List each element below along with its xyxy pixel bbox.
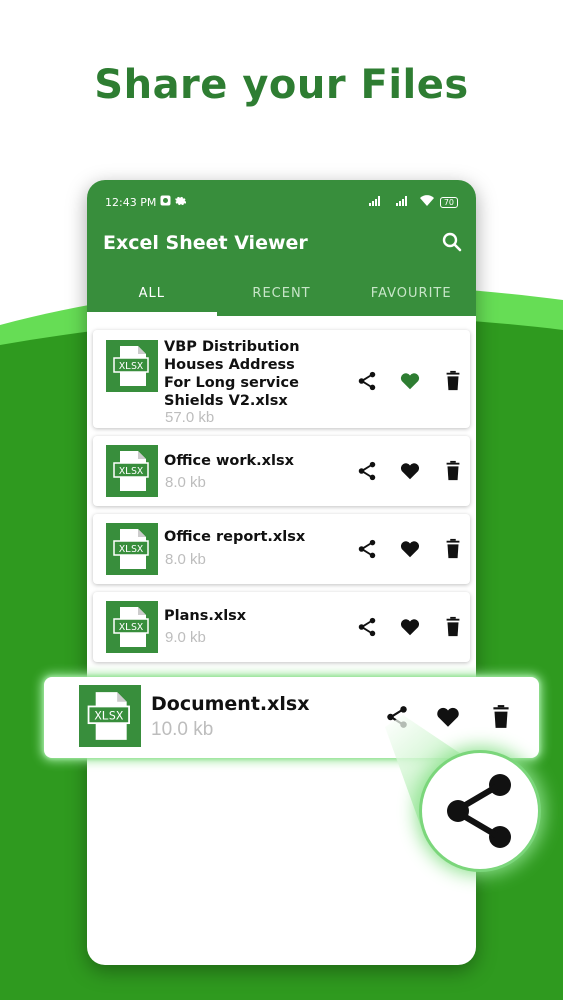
tab-recent[interactable]: RECENT [217,276,347,316]
xlsx-file-icon: XLSX [106,601,158,653]
share-icon [447,774,511,848]
heart-icon[interactable] [399,460,421,482]
xlsx-label: XLSX [119,361,143,372]
xlsx-label: XLSX [94,709,124,723]
xlsx-label: XLSX [119,466,143,477]
app-title: Excel Sheet Viewer [103,232,308,254]
delete-icon[interactable] [488,704,514,730]
settings-icon [175,195,187,209]
xlsx-label: XLSX [119,544,143,555]
file-name: Office report.xlsx [164,529,306,545]
share-icon[interactable] [356,460,378,482]
xlsx-file-icon: XLSX [79,685,141,747]
file-name: Document.xlsx [151,693,310,715]
file-name: Plans.xlsx [164,608,247,624]
search-icon[interactable] [440,230,464,254]
file-size: 9.0 kb [165,629,206,646]
heart-icon[interactable] [435,704,461,730]
file-size: 57.0 kb [165,409,215,426]
status-bar: 12:43 PM 70 [105,192,458,212]
wifi-icon [419,194,435,210]
list-item[interactable]: XLSX VBP Distribution Houses Address For… [93,330,470,428]
signal-icon [368,195,391,209]
heart-icon[interactable] [399,616,421,638]
delete-icon[interactable] [442,370,464,392]
share-icon[interactable] [356,370,378,392]
list-item[interactable]: XLSX Plans.xlsx 9.0 kb [93,592,470,662]
app-bar: 12:43 PM 70 Excel Sheet Viewer ALL RECEN… [87,180,476,316]
file-name: Office work.xlsx [164,453,294,469]
list-item[interactable]: XLSX Office report.xlsx 8.0 kb [93,514,470,584]
tab-favourite[interactable]: FAVOURITE [346,276,476,316]
highlighted-file-row[interactable]: XLSX Document.xlsx 10.0 kb [44,677,539,758]
headline: Share your Files [94,62,469,108]
list-item[interactable]: XLSX Office work.xlsx 8.0 kb [93,436,470,506]
heart-icon[interactable] [399,538,421,560]
share-icon[interactable] [356,616,378,638]
delete-icon[interactable] [442,460,464,482]
delete-icon[interactable] [442,538,464,560]
file-size: 8.0 kb [165,551,206,568]
file-name: VBP Distribution Houses Address For Long… [164,339,300,409]
xlsx-file-icon: XLSX [106,523,158,575]
share-bubble [422,753,538,869]
tab-bar: ALL RECENT FAVOURITE [87,276,476,316]
battery-icon: 70 [439,196,458,208]
file-size: 8.0 kb [165,474,206,491]
xlsx-label: XLSX [119,622,143,633]
phone-mockup: 12:43 PM 70 Excel Sheet Viewer ALL RECEN… [87,180,476,965]
notification-icon [160,195,171,209]
signal-icon-2 [395,195,414,209]
xlsx-file-icon: XLSX [106,445,158,497]
share-icon[interactable] [384,704,410,730]
heart-icon[interactable] [399,370,421,392]
status-time: 12:43 PM [105,195,157,209]
file-size: 10.0 kb [151,719,214,740]
xlsx-file-icon: XLSX [106,340,158,392]
delete-icon[interactable] [442,616,464,638]
share-icon[interactable] [356,538,378,560]
tab-all[interactable]: ALL [87,276,217,316]
active-tab-indicator [87,312,217,316]
